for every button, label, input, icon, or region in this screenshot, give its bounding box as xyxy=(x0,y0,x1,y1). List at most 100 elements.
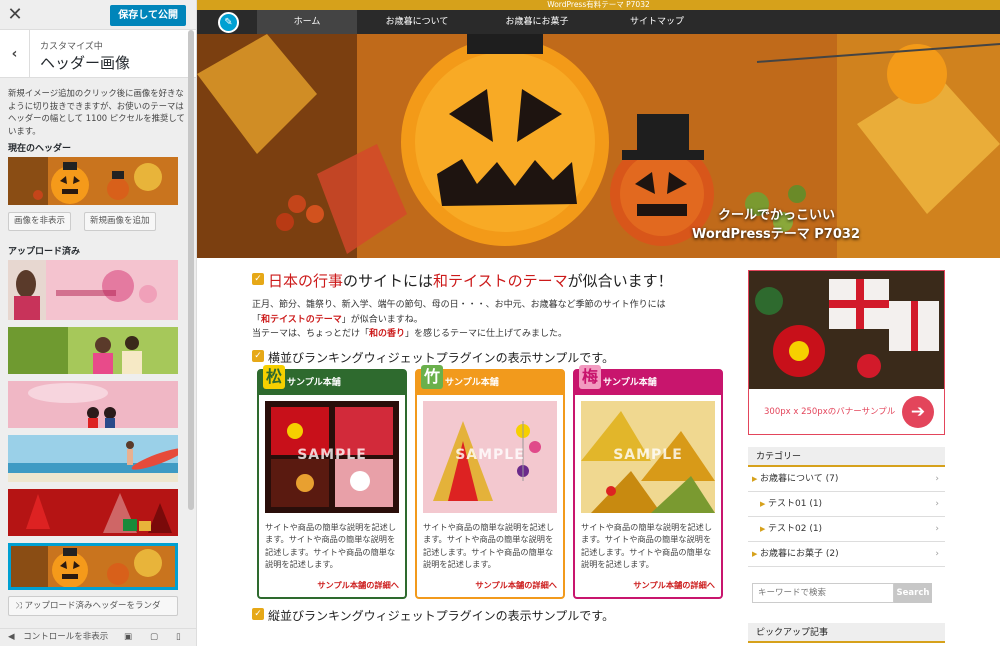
hide-image-button[interactable]: 画像を非表示 xyxy=(8,212,72,231)
uploaded-header-4[interactable] xyxy=(8,435,178,482)
banner-text: 300px x 250pxのバナーサンプル xyxy=(764,407,896,417)
back-chevron-icon[interactable]: ‹ xyxy=(0,30,30,78)
search-button[interactable]: Search xyxy=(894,583,932,603)
main-nav: ✎ ホーム お歳暮について お歳暮にお菓子 サイトマップ xyxy=(197,10,1000,34)
collapse-icon[interactable]: ◀ xyxy=(0,632,15,642)
add-new-image-button[interactable]: 新規画像を追加 xyxy=(84,212,156,231)
customizer-footer: ◀ コントロールを非表示 ▣ ▢ ▯ xyxy=(0,628,196,646)
section-title: ヘッダー画像 xyxy=(40,54,131,72)
card-image[interactable]: SAMPLE xyxy=(265,400,399,513)
section-header: ‹ カスタマイズ中 ヘッダー画像 xyxy=(0,30,196,78)
card-title: サンプル本舗 xyxy=(287,377,341,388)
sidebar-scrollbar[interactable] xyxy=(188,30,194,510)
triangle-icon: ▶ xyxy=(760,500,766,508)
heading-part-a: 日本の行事 xyxy=(268,272,344,290)
ranking-card-matsu: 松 サンプル本舗 SAMPLE サイトや商品の簡単な説明を記述します。サイトや商… xyxy=(257,364,407,599)
section-body: 新規イメージ追加のクリック後に画像を好きなように切り抜きできますが、お使いのテー… xyxy=(0,78,196,616)
header-description: 新規イメージ追加のクリック後に画像を好きなように切り抜きできますが、お使いのテー… xyxy=(8,88,185,136)
site-preview: WordPress有料テーマ P7032 ✎ ホーム お歳暮について お歳暮にお… xyxy=(197,0,1000,646)
card-image[interactable]: SAMPLE xyxy=(581,400,715,513)
hero-line-1: クールでかっこいい xyxy=(717,208,835,223)
customizer-header-bar: ✕ 保存して公開 xyxy=(0,0,196,30)
arrow-right-icon[interactable]: ➔ xyxy=(902,396,934,428)
card-title: サンプル本舗 xyxy=(445,377,499,388)
save-publish-button[interactable]: 保存して公開 xyxy=(110,5,186,26)
hide-controls-label[interactable]: コントロールを非表示 xyxy=(17,632,108,642)
card-detail-link[interactable]: サンプル本舗の詳細へ xyxy=(475,579,557,591)
nav-home[interactable]: ホーム xyxy=(257,10,357,34)
intro-line-1: 正月、節分、雛祭り、新入学、端午の節句、母の日・・・、お中元、お歳暮など季節のサ… xyxy=(252,300,666,310)
hero-line-2: WordPressテーマ P7032 xyxy=(692,227,860,242)
category-item[interactable]: ▶ お歳暮について (7) › xyxy=(748,467,945,492)
header-buttons: 画像を非表示 新規画像を追加 xyxy=(8,212,188,232)
uploaded-label: アップロード済み xyxy=(8,247,81,257)
card-image[interactable]: SAMPLE xyxy=(423,400,557,513)
card-detail-link[interactable]: サンプル本舗の詳細へ xyxy=(317,579,399,591)
horizontal-ranking-heading: ✓ 横並びランキングウィジェットプラグインの表示サンプルです。 xyxy=(252,349,732,367)
check-icon: ✓ xyxy=(252,349,264,362)
tablet-preview-icon[interactable]: ▢ xyxy=(150,629,158,646)
breadcrumb: カスタマイズ中 xyxy=(40,42,103,52)
search-widget: Search xyxy=(748,583,945,603)
card-header: 松 サンプル本舗 xyxy=(259,364,405,395)
nav-oseibo-about[interactable]: お歳暮について xyxy=(357,10,477,34)
category-item[interactable]: ▶ テスト01 (1) › xyxy=(748,492,945,517)
uploaded-header-2[interactable] xyxy=(8,327,178,374)
heading-part-d: が似合います！ xyxy=(567,272,673,290)
intro-line-2: 「和テイストのテーマ」が似合いますね。 xyxy=(252,314,423,325)
card-description: サイトや商品の簡単な説明を記述します。サイトや商品の簡単な説明を記述します。サイ… xyxy=(423,521,555,570)
close-icon[interactable]: ✕ xyxy=(0,0,30,30)
intro-line-3: 当テーマは、ちょっとだけ「和の香り」を感じるテーマに仕上げてみました。 xyxy=(252,329,568,339)
halloween-header-image xyxy=(197,34,1000,258)
card-description: サイトや商品の簡単な説明を記述します。サイトや商品の簡単な説明を記述します。サイ… xyxy=(581,521,713,570)
ranking-cards: 松 サンプル本舗 SAMPLE サイトや商品の簡単な説明を記述します。サイトや商… xyxy=(252,364,732,599)
card-description: サイトや商品の簡単な説明を記述します。サイトや商品の簡単な説明を記述します。サイ… xyxy=(265,521,397,570)
plum-kanji-icon: 梅 xyxy=(579,364,601,389)
bamboo-kanji-icon: 竹 xyxy=(421,364,443,389)
mobile-preview-icon[interactable]: ▯ xyxy=(176,629,181,646)
category-item[interactable]: ▶ お歳暮にお菓子 (2) › xyxy=(748,542,945,567)
uploaded-header-6-selected[interactable] xyxy=(8,543,178,590)
heading-text: 縦並びランキングウィジェットプラグインの表示サンプルです。 xyxy=(268,608,615,623)
intro-text: 正月、節分、雛祭り、新入学、端午の節句、母の日・・・、お中元、お歳暮など季節のサ… xyxy=(252,298,732,342)
edit-pencil-icon[interactable]: ✎ xyxy=(218,12,239,33)
header-image: クールでかっこいい WordPressテーマ P7032 xyxy=(197,34,1000,258)
uploaded-header-1[interactable] xyxy=(8,260,178,320)
vertical-ranking-heading: ✓ 縦並びランキングウィジェットプラグインの表示サンプルです。 xyxy=(252,607,732,625)
heading-part-c: 和テイストのテーマ xyxy=(433,272,568,290)
category-item[interactable]: ▶ テスト02 (1) › xyxy=(748,517,945,542)
pine-kanji-icon: 松 xyxy=(263,364,285,389)
search-input[interactable] xyxy=(752,583,894,603)
pickup-widget-title: ピックアップ記事 xyxy=(748,623,945,643)
chevron-right-icon: › xyxy=(935,499,939,509)
card-detail-link[interactable]: サンプル本舗の詳細へ xyxy=(633,579,715,591)
site-title-bar: WordPress有料テーマ P7032 xyxy=(197,0,1000,10)
sample-watermark: SAMPLE xyxy=(297,446,367,463)
randomize-headers-button[interactable]: ⤨ アップロード済みヘッダーをランダ xyxy=(8,596,178,616)
current-header-label: 現在のヘッダー xyxy=(8,144,72,154)
sample-watermark: SAMPLE xyxy=(613,446,683,463)
nav-oseibo-sweets[interactable]: お歳暮にお菓子 xyxy=(477,10,597,34)
heading-text: 横並びランキングウィジェットプラグインの表示サンプルです。 xyxy=(268,350,615,365)
card-header: 梅 サンプル本舗 xyxy=(575,364,721,395)
uploaded-header-5[interactable] xyxy=(8,489,178,536)
main-content: ✓ 日本の行事のサイトには和テイストのテーマが似合います！ 正月、節分、雛祭り、… xyxy=(252,270,732,625)
sample-watermark: SAMPLE xyxy=(455,446,525,463)
banner-widget[interactable]: 300px x 250pxのバナーサンプル ➔ xyxy=(748,270,945,435)
current-header-thumbnail xyxy=(8,157,178,205)
card-header: 竹 サンプル本舗 xyxy=(417,364,563,395)
sidebar-widgets: 300px x 250pxのバナーサンプル ➔ カテゴリー ▶ お歳暮について (… xyxy=(748,270,945,643)
uploaded-header-3[interactable] xyxy=(8,381,178,428)
check-icon: ✓ xyxy=(252,607,264,620)
chevron-right-icon: › xyxy=(935,524,939,534)
shuffle-icon: ⤨ xyxy=(15,601,25,611)
category-widget-title: カテゴリー xyxy=(748,447,945,467)
nav-sitemap[interactable]: サイトマップ xyxy=(597,10,717,34)
card-title: サンプル本舗 xyxy=(603,377,657,388)
customizer-sidebar: ✕ 保存して公開 ‹ カスタマイズ中 ヘッダー画像 新規イメージ追加のクリック後… xyxy=(0,0,197,646)
triangle-icon: ▶ xyxy=(752,475,758,483)
banner-image xyxy=(749,271,944,389)
triangle-icon: ▶ xyxy=(760,525,766,533)
ranking-card-take: 竹 サンプル本舗 SAMPLE サイトや商品の簡単な説明を記述します。サイトや商… xyxy=(415,364,565,599)
desktop-preview-icon[interactable]: ▣ xyxy=(124,629,132,646)
